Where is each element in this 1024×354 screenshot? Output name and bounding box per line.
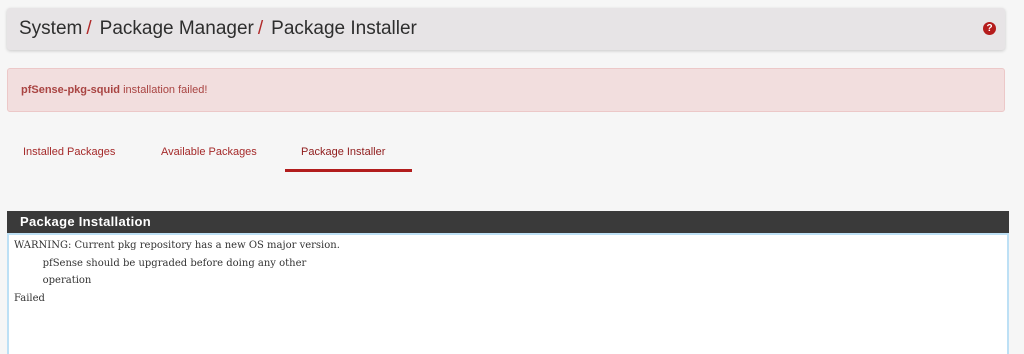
tab-available-packages[interactable]: Available Packages xyxy=(161,146,257,158)
active-tab-indicator xyxy=(285,169,412,172)
tab-package-installer[interactable]: Package Installer xyxy=(301,146,385,158)
package-installation-panel: Package Installation WARNING: Current pk… xyxy=(7,211,1009,354)
breadcrumb-separator: / xyxy=(257,18,264,39)
help-icon[interactable]: ? xyxy=(983,22,996,35)
breadcrumb-package-installer: Package Installer xyxy=(271,18,417,39)
breadcrumb: System / Package Manager / Package Installer xyxy=(19,18,417,40)
page: System / Package Manager / Package Installer… xyxy=(0,0,1024,354)
alert-package-name: pfSense-pkg-squid xyxy=(21,84,121,96)
error-alert: pfSense-pkg-squid installation failed! xyxy=(7,68,1005,112)
breadcrumb-system[interactable]: System xyxy=(19,18,82,39)
tab-installed-packages[interactable]: Installed Packages xyxy=(23,146,115,158)
panel-title: Package Installation xyxy=(7,211,1009,233)
alert-message: installation failed! xyxy=(120,84,208,96)
breadcrumb-separator: / xyxy=(86,18,92,39)
package-tabs: Installed Packages Available Packages Pa… xyxy=(0,140,1024,176)
breadcrumb-package-manager[interactable]: Package Manager xyxy=(100,18,254,39)
installation-output[interactable]: WARNING: Current pkg repository has a ne… xyxy=(7,233,1009,354)
breadcrumb-bar: System / Package Manager / Package Installer… xyxy=(7,8,1005,50)
